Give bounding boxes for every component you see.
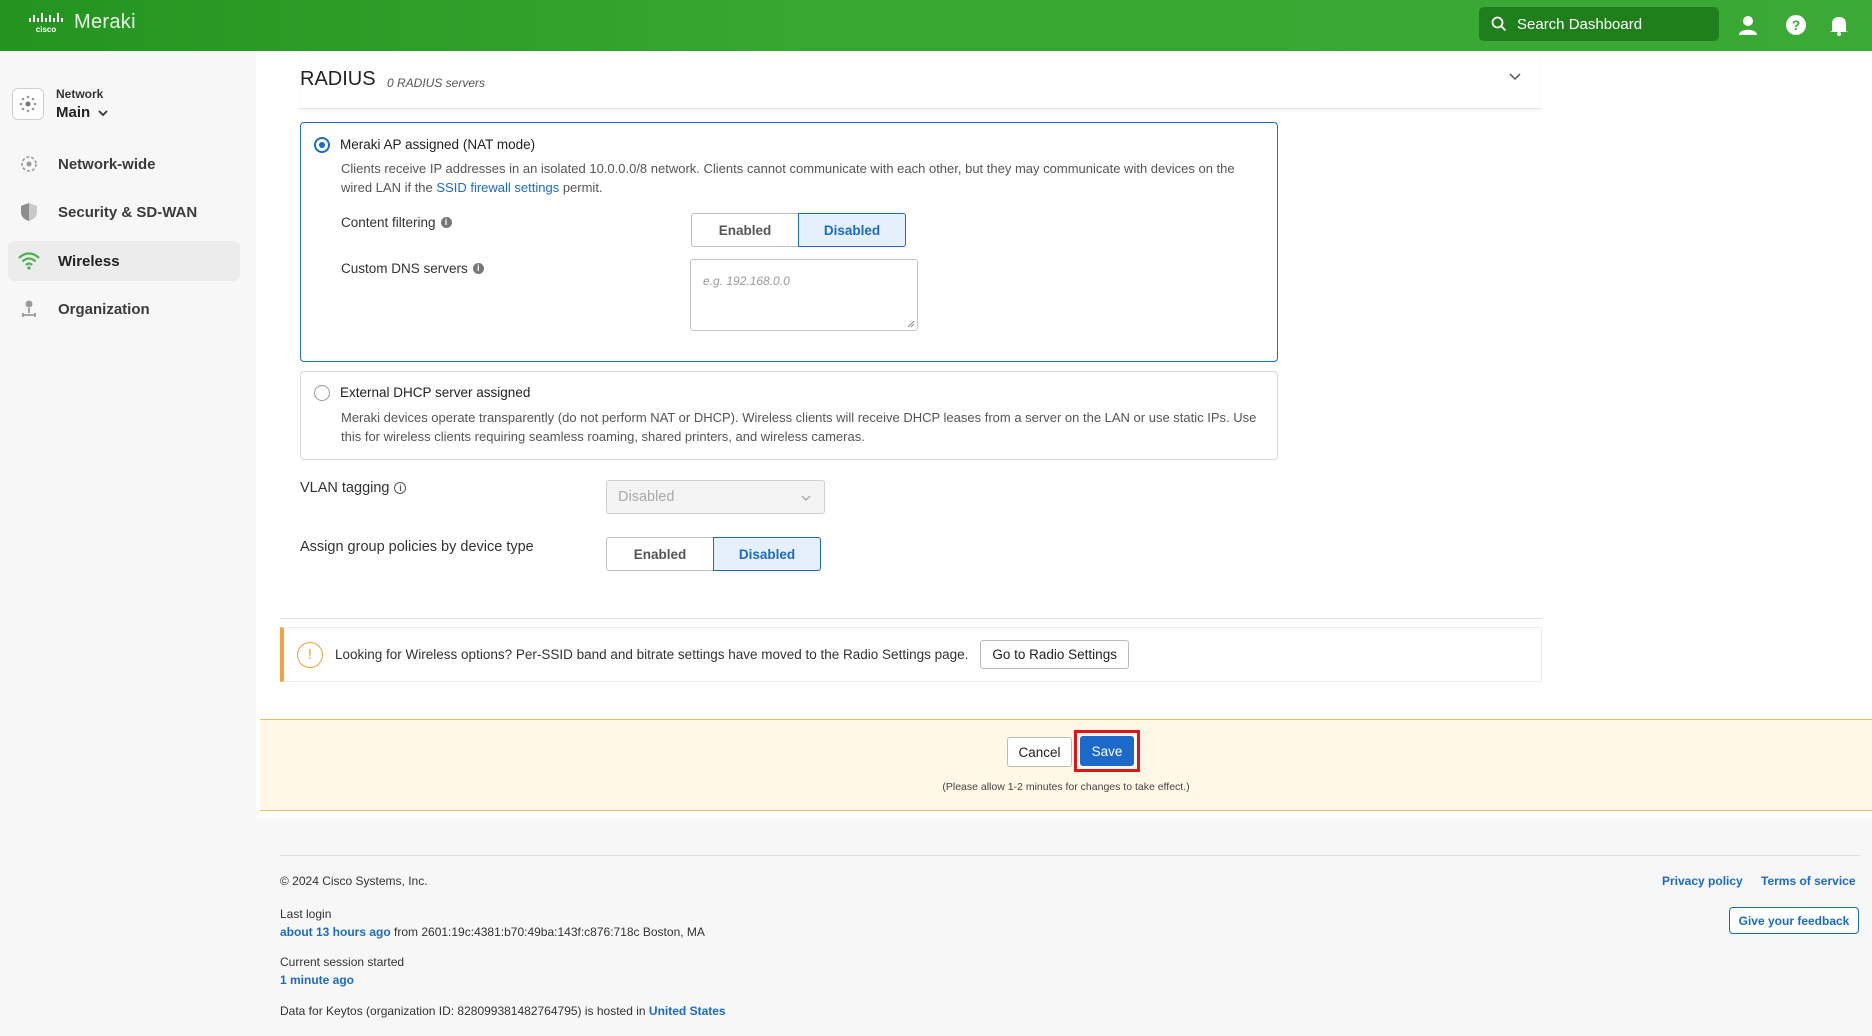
save-button-highlight: Save xyxy=(1074,730,1140,772)
data-hosting-text: Data for Keytos (organization ID: 828099… xyxy=(280,1004,649,1018)
session-time-link[interactable]: 1 minute ago xyxy=(280,973,354,987)
sidebar-item-organization[interactable]: Organization xyxy=(8,289,240,329)
shield-icon xyxy=(18,201,40,223)
group-policies-enabled-button[interactable]: Enabled xyxy=(606,537,714,571)
network-selector[interactable]: Network Main xyxy=(12,87,110,121)
organization-icon xyxy=(18,298,40,320)
sidebar-item-label: Organization xyxy=(58,300,150,318)
region-link[interactable]: United States xyxy=(649,1004,726,1018)
resize-handle-icon[interactable] xyxy=(907,320,915,328)
save-note: (Please allow 1-2 minutes for changes to… xyxy=(942,781,1190,793)
content-filtering-label: Content filtering i xyxy=(341,215,452,230)
last-login-info: about 13 hours ago from 2601:19c:4381:b7… xyxy=(280,925,705,939)
content-filtering-text: Content filtering xyxy=(341,215,436,230)
go-to-radio-settings-button[interactable]: Go to Radio Settings xyxy=(980,640,1129,669)
last-login-label: Last login xyxy=(280,907,332,921)
footer-divider xyxy=(280,855,1860,856)
network-wide-icon xyxy=(18,153,40,175)
info-icon[interactable]: i xyxy=(472,263,484,274)
custom-dns-label: Custom DNS servers i xyxy=(341,261,484,276)
custom-dns-text: Custom DNS servers xyxy=(341,261,468,276)
info-icon[interactable]: i xyxy=(440,217,452,228)
last-login-origin: from 2601:19c:4381:b70:49ba:143f:c876:71… xyxy=(390,925,705,939)
group-policies-disabled-button[interactable]: Disabled xyxy=(713,537,821,571)
search-dashboard-input[interactable]: Search Dashboard xyxy=(1479,7,1719,41)
sidebar-item-label: Wireless xyxy=(58,252,120,270)
radius-title: RADIUS xyxy=(300,68,376,90)
network-icon xyxy=(12,88,44,120)
cisco-logo-icon: cisco xyxy=(29,12,63,34)
brand-name: Meraki xyxy=(74,11,136,33)
group-policies-toggle: Enabled Disabled xyxy=(606,537,821,571)
top-bar: cisco Meraki Search Dashboard ? xyxy=(0,0,1872,51)
radio-settings-notice: ! Looking for Wireless options? Per-SSID… xyxy=(280,627,1542,682)
help-icon[interactable]: ? xyxy=(1784,13,1808,37)
vlan-tagging-label: VLAN tagging i xyxy=(300,480,407,496)
vlan-tagging-select[interactable]: Disabled xyxy=(606,480,825,514)
warning-icon: ! xyxy=(297,641,323,668)
svg-text:?: ? xyxy=(1792,17,1801,33)
content-filtering-toggle: Enabled Disabled xyxy=(691,213,906,247)
nat-mode-title: Meraki AP assigned (NAT mode) xyxy=(340,137,536,152)
group-policies-label: Assign group policies by device type xyxy=(300,539,534,555)
copyright: © 2024 Cisco Systems, Inc. xyxy=(280,874,428,888)
dns-placeholder: e.g. 192.168.0.0 xyxy=(703,274,790,288)
user-icon[interactable] xyxy=(1736,13,1760,37)
nat-mode-radio[interactable] xyxy=(314,137,330,153)
search-placeholder: Search Dashboard xyxy=(1517,15,1643,33)
sidebar-item-label: Network-wide xyxy=(58,155,156,173)
notice-text: Looking for Wireless options? Per-SSID b… xyxy=(335,647,969,662)
external-dhcp-description: Meraki devices operate transparently (do… xyxy=(341,410,1257,444)
chevron-down-icon xyxy=(98,109,108,116)
session-label: Current session started xyxy=(280,955,405,969)
nat-desc-text-end: permit. xyxy=(559,180,603,195)
chevron-down-icon xyxy=(801,495,811,501)
content-filtering-enabled-button[interactable]: Enabled xyxy=(691,213,799,247)
content-filtering-disabled-button[interactable]: Disabled xyxy=(798,213,906,247)
meraki-logo[interactable]: cisco Meraki xyxy=(28,11,136,34)
sidebar-item-security-sd-wan[interactable]: Security & SD-WAN xyxy=(8,192,240,232)
search-icon xyxy=(1491,16,1507,32)
privacy-policy-link[interactable]: Privacy policy xyxy=(1662,874,1743,888)
chevron-down-icon[interactable] xyxy=(1508,71,1522,81)
external-dhcp-option-card[interactable]: External DHCP server assigned Meraki dev… xyxy=(300,371,1278,460)
sidebar: Network Main Network-wide Security & SD-… xyxy=(0,51,256,1036)
save-button[interactable]: Save xyxy=(1080,736,1134,766)
radius-server-count: 0 RADIUS servers xyxy=(387,76,486,90)
network-name: Main xyxy=(56,104,91,121)
nat-mode-description: Clients receive IP addresses in an isola… xyxy=(341,159,1261,197)
sidebar-item-wireless[interactable]: Wireless xyxy=(8,241,240,281)
save-bar: Cancel Save (Please allow 1-2 minutes fo… xyxy=(260,719,1872,811)
cancel-button[interactable]: Cancel xyxy=(1007,737,1072,767)
give-feedback-button[interactable]: Give your feedback xyxy=(1729,907,1859,934)
wifi-icon xyxy=(18,250,40,272)
ssid-firewall-settings-link[interactable]: SSID firewall settings xyxy=(436,180,559,195)
network-label: Network xyxy=(56,87,104,101)
custom-dns-servers-field[interactable]: e.g. 192.168.0.0 xyxy=(690,259,918,331)
svg-text:cisco: cisco xyxy=(36,25,57,34)
sidebar-item-label: Security & SD-WAN xyxy=(58,203,198,221)
vlan-tagging-value: Disabled xyxy=(618,489,675,505)
external-dhcp-title: External DHCP server assigned xyxy=(340,385,531,400)
data-hosting-info: Data for Keytos (organization ID: 828099… xyxy=(280,1004,726,1018)
sidebar-item-network-wide[interactable]: Network-wide xyxy=(8,144,240,184)
vlan-tagging-text: VLAN tagging xyxy=(300,480,390,496)
last-login-time-link[interactable]: about 13 hours ago xyxy=(280,925,391,939)
divider xyxy=(280,618,1542,619)
radius-section-header[interactable]: RADIUS 0 RADIUS servers xyxy=(300,51,1540,109)
info-icon[interactable]: i xyxy=(394,482,407,494)
external-dhcp-radio[interactable] xyxy=(314,385,330,401)
bell-icon[interactable] xyxy=(1827,13,1851,37)
terms-of-service-link[interactable]: Terms of service xyxy=(1761,874,1856,888)
